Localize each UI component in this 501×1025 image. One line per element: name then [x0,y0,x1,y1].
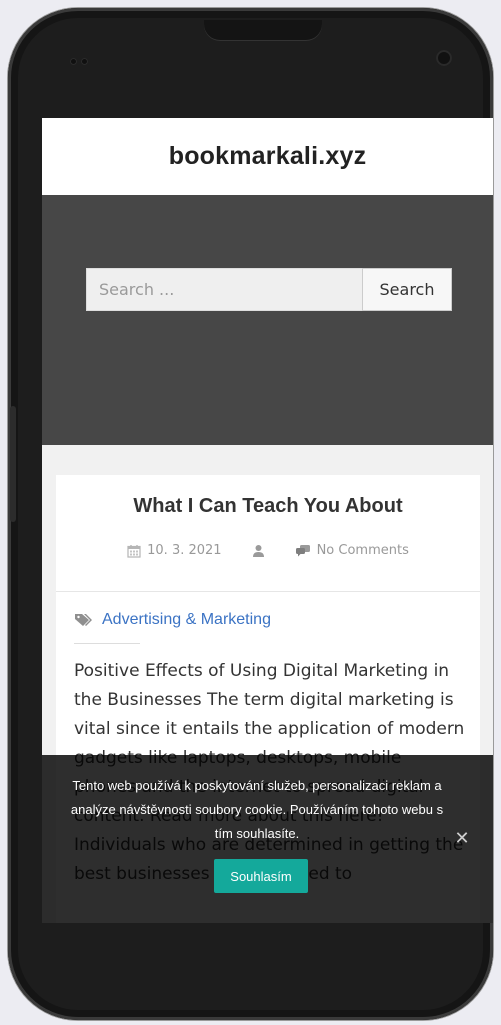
search-section: Search [42,195,493,445]
comments-icon [295,545,310,557]
post-divider [56,591,480,592]
site-header: bookmarkali.xyz [42,118,493,195]
cookie-message: Tento web používá k poskytování služeb, … [70,778,444,841]
close-icon[interactable]: ✕ [454,830,470,848]
post-comments[interactable]: No Comments [295,543,409,558]
search-input[interactable] [86,268,362,311]
category-link[interactable]: Advertising & Marketing [102,611,271,629]
phone-side-button [10,406,16,522]
phone-speaker [204,20,322,40]
post-date-text: 10. 3. 2021 [147,543,222,558]
calendar-icon [127,544,141,558]
category-underline [74,643,140,644]
post-meta: 10. 3. 2021 No Comments [56,543,480,558]
phone-camera [436,50,452,66]
phone-sensors [70,50,96,65]
site-title[interactable]: bookmarkali.xyz [169,142,367,171]
cookie-accept-button[interactable]: Souhlasím [214,859,308,893]
cookie-consent-bar: Tento web používá k poskytování služeb, … [42,755,493,923]
post-date: 10. 3. 2021 [127,543,222,558]
post-comments-text[interactable]: No Comments [317,543,409,558]
phone-screen: bookmarkali.xyz Search What I Can Teach … [42,118,493,923]
post-category: Advertising & Marketing [74,611,271,629]
user-icon[interactable] [252,544,265,558]
search-button[interactable]: Search [362,268,452,311]
phone-frame: bookmarkali.xyz Search What I Can Teach … [8,8,493,1020]
post-title[interactable]: What I Can Teach You About [56,495,480,518]
tags-icon [75,614,92,626]
search-form: Search [86,268,453,311]
